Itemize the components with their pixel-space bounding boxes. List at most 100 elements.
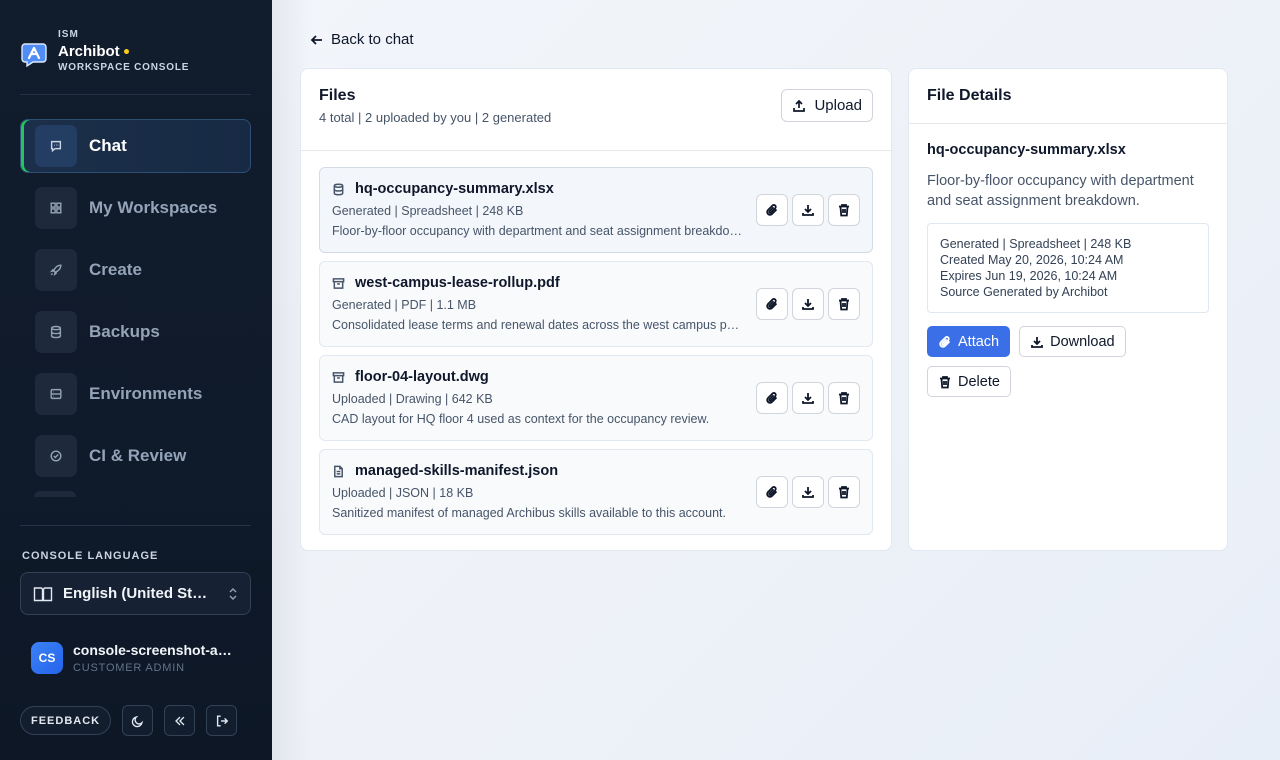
download-icon xyxy=(802,393,814,404)
download-file-button[interactable] xyxy=(792,476,824,508)
sidebar-item-label: Backups xyxy=(89,322,160,341)
files-panel: Files 4 total | 2 uploaded by you | 2 ge… xyxy=(300,68,892,551)
brand[interactable]: ISM Archibot WORKSPACE CONSOLE xyxy=(20,30,189,73)
paperclip-icon xyxy=(766,486,778,498)
detail-source: Source Generated by Archibot xyxy=(940,285,1108,299)
paperclip-icon xyxy=(766,298,778,310)
moon-icon xyxy=(131,715,143,727)
chevron-up-down-icon xyxy=(229,587,237,600)
theme-toggle-button[interactable] xyxy=(122,705,154,736)
trash-icon xyxy=(839,204,849,217)
rocket-icon xyxy=(35,249,77,291)
file-row[interactable]: managed-skills-manifest.json Uploaded | … xyxy=(319,449,873,535)
language-title: CONSOLE LANGUAGE xyxy=(22,550,159,562)
trash-icon xyxy=(940,375,950,388)
download-icon xyxy=(1031,336,1044,348)
sidebar-nav: Chat My Workspaces Create Backups Enviro… xyxy=(20,119,251,501)
brand-subtitle: WORKSPACE CONSOLE xyxy=(58,62,190,73)
trash-icon xyxy=(839,298,849,311)
download-icon xyxy=(802,299,814,310)
download-file-button[interactable] xyxy=(792,194,824,226)
archibot-logo-icon xyxy=(21,43,47,68)
sidebar-item-ci-review[interactable]: CI & Review xyxy=(20,429,251,483)
file-name: west-campus-lease-rollup.pdf xyxy=(355,275,560,291)
file-row[interactable]: hq-occupancy-summary.xlsx Generated | Sp… xyxy=(319,167,873,253)
delete-file-button[interactable] xyxy=(828,476,860,508)
delete-file-button[interactable] xyxy=(828,194,860,226)
sidebar-item-my-workspaces[interactable]: My Workspaces xyxy=(20,181,251,235)
upload-label: Upload xyxy=(814,97,862,114)
delete-label: Delete xyxy=(958,373,1000,390)
upload-icon xyxy=(793,99,806,112)
detail-expires: Expires Jun 19, 2026, 10:24 AM xyxy=(940,269,1118,283)
details-header: File Details xyxy=(909,69,1227,124)
sidebar-item-chat[interactable]: Chat xyxy=(20,119,251,173)
download-file-button[interactable] xyxy=(792,288,824,320)
download-button[interactable]: Download xyxy=(1019,326,1126,357)
feedback-button[interactable]: FEEDBACK xyxy=(20,706,112,735)
file-description: Floor-by-floor occupancy with department… xyxy=(332,224,744,238)
document-icon xyxy=(334,465,343,477)
sidebar-footer: FEEDBACK xyxy=(20,705,248,736)
paperclip-icon xyxy=(766,204,778,216)
archive-icon xyxy=(332,277,345,289)
sidebar-item-label: Create xyxy=(89,260,142,279)
sidebar: ISM Archibot WORKSPACE CONSOLE Chat My W… xyxy=(0,0,272,760)
sidebar-item-label: Chat xyxy=(89,136,127,155)
collapse-sidebar-button[interactable] xyxy=(164,705,196,736)
sidebar-item-create[interactable]: Create xyxy=(20,243,251,297)
download-icon xyxy=(802,487,814,498)
download-label: Download xyxy=(1050,333,1115,350)
delete-button[interactable]: Delete xyxy=(927,366,1011,397)
detail-file-name: hq-occupancy-summary.xlsx xyxy=(927,142,1126,158)
avatar: CS xyxy=(31,642,63,674)
file-name: hq-occupancy-summary.xlsx xyxy=(355,181,554,197)
sidebar-item-label: Environments xyxy=(89,384,203,403)
sidebar-item-backups[interactable]: Backups xyxy=(20,305,251,359)
collapse-icon xyxy=(174,716,185,725)
server-icon xyxy=(35,373,77,415)
delete-file-button[interactable] xyxy=(828,382,860,414)
attach-button[interactable]: Attach xyxy=(927,326,1011,357)
file-description: Consolidated lease terms and renewal dat… xyxy=(332,318,744,332)
detail-metadata: Generated | Spreadsheet | 248 KB Created… xyxy=(927,223,1209,313)
database-icon xyxy=(35,311,77,353)
sidebar-item-overflow xyxy=(34,491,76,497)
detail-created: Created May 20, 2026, 10:24 AM xyxy=(940,253,1124,267)
attach-file-button[interactable] xyxy=(756,288,788,320)
detail-description: Floor-by-floor occupancy with department… xyxy=(927,173,1194,209)
file-row[interactable]: west-campus-lease-rollup.pdf Generated |… xyxy=(319,261,873,347)
user-role: CUSTOMER ADMIN xyxy=(73,662,185,674)
attach-label: Attach xyxy=(958,333,1000,350)
arrow-left-icon xyxy=(310,34,322,45)
sidebar-item-environments[interactable]: Environments xyxy=(20,367,251,421)
logout-button[interactable] xyxy=(206,705,238,736)
paperclip-icon xyxy=(766,392,778,404)
logout-icon xyxy=(216,714,228,727)
brand-status-dot xyxy=(123,49,129,54)
book-icon xyxy=(33,586,53,601)
file-details-panel: File Details hq-occupancy-summary.xlsx F… xyxy=(908,68,1228,551)
file-row[interactable]: floor-04-layout.dwg Uploaded | Drawing |… xyxy=(319,355,873,441)
user-profile[interactable]: CS console-screenshot-admin CUSTOMER ADM… xyxy=(31,642,238,674)
back-to-chat-link[interactable]: Back to chat xyxy=(310,31,414,48)
database-icon xyxy=(333,183,344,195)
attach-file-button[interactable] xyxy=(756,382,788,414)
sidebar-item-label: My Workspaces xyxy=(89,198,218,217)
file-description: Sanitized manifest of managed Archibus s… xyxy=(332,506,726,520)
download-icon xyxy=(802,205,814,216)
sidebar-divider xyxy=(20,525,251,526)
file-name: managed-skills-manifest.json xyxy=(355,463,559,479)
grid-icon xyxy=(35,187,77,229)
check-circle-icon xyxy=(35,435,77,477)
download-file-button[interactable] xyxy=(792,382,824,414)
delete-file-button[interactable] xyxy=(828,288,860,320)
back-label: Back to chat xyxy=(331,31,414,48)
upload-button[interactable]: Upload xyxy=(781,89,873,122)
attach-file-button[interactable] xyxy=(756,194,788,226)
language-select[interactable]: English (United States) xyxy=(20,572,251,615)
attach-file-button[interactable] xyxy=(756,476,788,508)
trash-icon xyxy=(839,392,849,405)
brand-org: ISM xyxy=(58,29,79,40)
file-list: hq-occupancy-summary.xlsx Generated | Sp… xyxy=(301,151,891,535)
